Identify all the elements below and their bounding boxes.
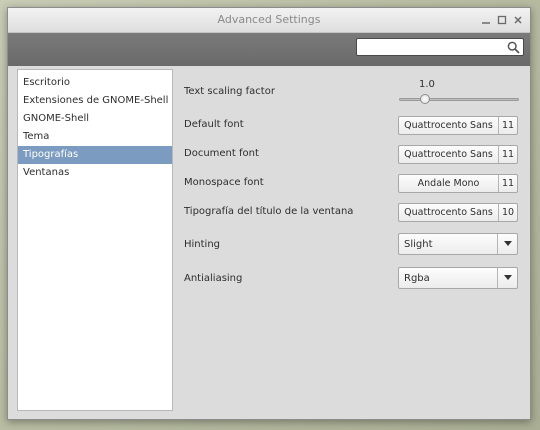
sidebar-item-gnome-shell[interactable]: GNOME-Shell <box>18 110 172 128</box>
close-button[interactable] <box>511 13 525 27</box>
titlebar-font-name: Quattrocento Sans <box>404 207 493 218</box>
text-scaling-value: 1.0 <box>419 79 435 90</box>
search-input[interactable] <box>356 38 524 56</box>
sidebar-item-tipografias[interactable]: Tipografías <box>18 146 172 164</box>
search-icon[interactable] <box>507 41 520 54</box>
sidebar-item-extensiones[interactable]: Extensiones de GNOME-Shell <box>18 92 172 110</box>
text-scaling-slider-handle[interactable] <box>420 94 430 104</box>
maximize-icon <box>497 15 507 25</box>
document-font-size: 11 <box>498 146 517 163</box>
close-icon <box>514 16 522 24</box>
sidebar-item-ventanas[interactable]: Ventanas <box>18 164 172 182</box>
toolbar <box>8 33 530 66</box>
text-scaling-label: Text scaling factor <box>184 86 275 97</box>
default-font-label: Default font <box>184 119 244 130</box>
minimize-button[interactable] <box>479 13 493 27</box>
text-scaling-slider[interactable] <box>399 98 519 101</box>
default-font-size: 11 <box>498 117 517 134</box>
titlebar-font-label: Tipografía del título de la ventana <box>184 206 354 217</box>
maximize-button[interactable] <box>495 13 509 27</box>
settings-panel: Text scaling factor 1.0 Default font Qua… <box>183 69 530 419</box>
hinting-label: Hinting <box>184 239 221 250</box>
antialiasing-combo[interactable]: Rgba <box>398 267 518 289</box>
monospace-font-label: Monospace font <box>184 177 264 188</box>
advanced-settings-window: Advanced Settings Escritorio Extensiones… <box>7 7 531 420</box>
default-font-name: Quattrocento Sans <box>404 120 493 131</box>
titlebar-font-button[interactable]: Quattrocento Sans 10 <box>398 203 518 222</box>
document-font-name: Quattrocento Sans <box>404 149 493 160</box>
document-font-button[interactable]: Quattrocento Sans 11 <box>398 145 518 164</box>
hinting-combo[interactable]: Slight <box>398 233 518 255</box>
chevron-down-icon <box>503 241 512 246</box>
hinting-dropdown[interactable] <box>497 234 517 254</box>
window-title: Advanced Settings <box>217 13 321 26</box>
antialiasing-value: Rgba <box>404 272 430 284</box>
document-font-label: Document font <box>184 148 259 159</box>
antialiasing-dropdown[interactable] <box>497 268 517 288</box>
titlebar[interactable]: Advanced Settings <box>8 8 530 33</box>
antialiasing-label: Antialiasing <box>184 273 243 284</box>
hinting-value: Slight <box>404 238 433 250</box>
sidebar-item-escritorio[interactable]: Escritorio <box>18 74 172 92</box>
chevron-down-icon <box>503 275 512 280</box>
sidebar: Escritorio Extensiones de GNOME-Shell GN… <box>17 69 173 411</box>
titlebar-font-size: 10 <box>498 204 517 221</box>
minimize-icon <box>482 22 490 24</box>
monospace-font-name: Andale Mono <box>417 178 480 189</box>
monospace-font-size: 11 <box>498 175 517 192</box>
monospace-font-button[interactable]: Andale Mono 11 <box>398 174 518 193</box>
default-font-button[interactable]: Quattrocento Sans 11 <box>398 116 518 135</box>
sidebar-item-tema[interactable]: Tema <box>18 128 172 146</box>
